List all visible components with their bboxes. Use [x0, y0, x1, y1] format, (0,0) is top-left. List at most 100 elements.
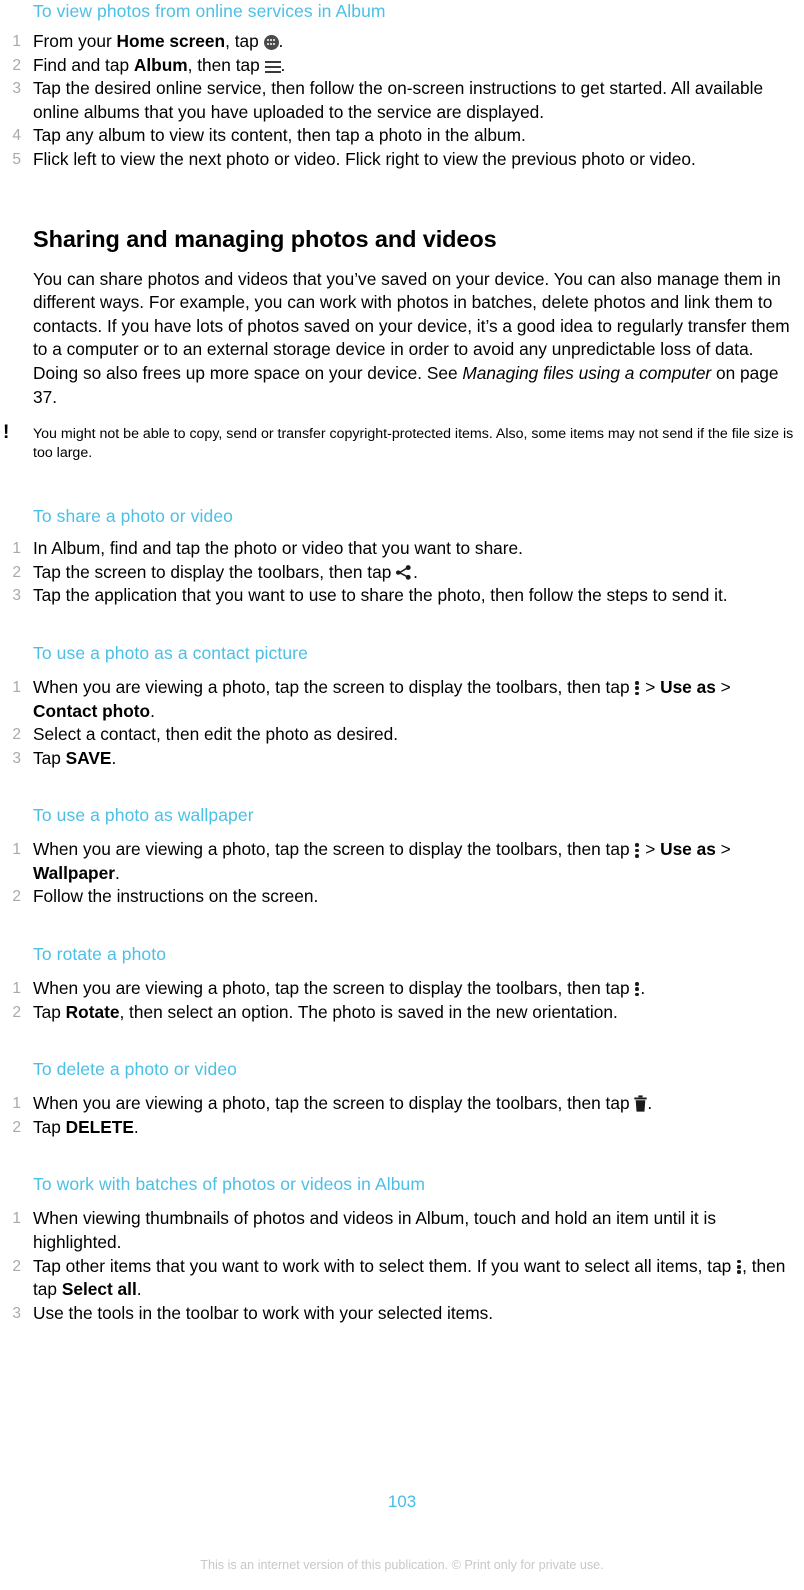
step-number: 2 — [12, 56, 21, 74]
ui-term-home-screen: Home screen — [116, 31, 226, 51]
step-number: 2 — [12, 563, 21, 581]
step-text-post: . — [278, 31, 284, 51]
ui-term-select-all: Select all — [61, 1279, 137, 1300]
step-text-sep2: > — [715, 839, 731, 860]
step-number: 1 — [12, 540, 21, 558]
list-item: 2 Select a contact, then edit the photo … — [0, 723, 804, 747]
step-text-pre: When you are viewing a photo, tap the sc… — [33, 1093, 635, 1114]
step-text: Tap the screen to display the toolbars, … — [33, 562, 418, 582]
list-item: 1 When viewing thumbnails of photos and … — [0, 1207, 804, 1254]
ui-term-save: SAVE — [65, 747, 112, 768]
step-number: 3 — [12, 1304, 21, 1322]
step-text-pre: Find and tap — [33, 54, 134, 75]
step-text: When you are viewing a photo, tap the sc… — [33, 1093, 652, 1113]
heading-to-use-as-contact-picture: To use a photo as a contact picture — [33, 642, 308, 663]
step-text: Use the tools in the toolbar to work wit… — [33, 1302, 494, 1323]
list-item: 3 Tap the desired online service, then f… — [0, 77, 804, 124]
step-text-pre: Tap — [33, 1116, 66, 1137]
step-number: 5 — [12, 150, 21, 168]
ui-term-wallpaper: Wallpaper — [33, 862, 115, 883]
list-item: 3 Tap the application that you want to u… — [0, 584, 804, 608]
step-number: 3 — [12, 587, 21, 605]
steps-share-photo: 1 In Album, find and tap the photo or vi… — [0, 537, 804, 608]
step-text-sep1: > — [640, 839, 661, 860]
step-text: Tap SAVE. — [33, 748, 116, 768]
step-text-post: , then select an option. The photo is sa… — [119, 1001, 618, 1022]
steps-rotate: 1 When you are viewing a photo, tap the … — [0, 977, 804, 1024]
step-number: 1 — [12, 1095, 21, 1113]
step-text: When you are viewing a photo, tap the sc… — [33, 839, 731, 883]
list-item: 2 Find and tap Album, then tap . — [0, 54, 804, 78]
step-text-pre: Tap — [33, 747, 66, 768]
page-content: To view photos from online services in A… — [0, 0, 804, 1325]
intro-paragraph: You can share photos and videos that you… — [0, 268, 804, 410]
ui-term-delete: DELETE — [65, 1116, 134, 1137]
steps-batches: 1 When viewing thumbnails of photos and … — [0, 1207, 804, 1325]
app-drawer-icon — [263, 35, 279, 50]
step-text: When you are viewing a photo, tap the sc… — [33, 978, 645, 998]
ui-term-album: Album — [133, 54, 188, 75]
note-block: ! You might not be able to copy, send or… — [0, 422, 804, 463]
exclamation-icon: ! — [3, 422, 10, 444]
step-text-post: . — [413, 561, 418, 582]
step-text-post: . — [114, 862, 120, 883]
step-text-sep2: > — [715, 676, 731, 697]
ui-term-use-as: Use as — [660, 676, 716, 697]
step-text-post: . — [647, 1093, 653, 1114]
ui-term-rotate: Rotate — [65, 1001, 120, 1022]
step-text-post: . — [640, 978, 646, 999]
heading-to-view-photos-online: To view photos from online services in A… — [33, 1, 386, 21]
step-text: In Album, find and tap the photo or vide… — [33, 538, 523, 559]
trash-icon — [634, 1095, 648, 1112]
step-text-pre: When you are viewing a photo, tap the sc… — [33, 839, 635, 860]
step-number: 3 — [12, 80, 21, 98]
step-number: 2 — [12, 1118, 21, 1136]
step-text-pre: Tap the screen to display the toolbars, … — [33, 561, 397, 582]
list-item: 2 Tap DELETE. — [0, 1116, 804, 1140]
step-text-pre: Tap other items that you want to work wi… — [33, 1255, 737, 1276]
step-number: 2 — [12, 888, 21, 906]
step-number: 1 — [12, 841, 21, 859]
step-number: 4 — [12, 127, 21, 145]
heading-to-use-as-wallpaper: To use a photo as wallpaper — [33, 805, 254, 826]
step-text: Find and tap Album, then tap . — [33, 55, 285, 75]
step-number: 2 — [12, 1257, 21, 1275]
step-text-pre: From your — [33, 31, 117, 51]
step-number: 1 — [12, 678, 21, 696]
step-number: 2 — [12, 726, 21, 744]
step-number: 1 — [12, 980, 21, 998]
ui-term-use-as: Use as — [660, 839, 716, 860]
step-text: Tap the application that you want to use… — [33, 585, 728, 606]
list-item: 1 From your Home screen, tap . — [0, 30, 804, 54]
heading-sharing-and-managing: Sharing and managing photos and videos — [33, 225, 497, 252]
manual-page: To view photos from online services in A… — [0, 0, 804, 1590]
step-number: 1 — [12, 1210, 21, 1228]
overflow-menu-icon — [634, 981, 640, 997]
list-item: 2 Tap Rotate, then select an option. The… — [0, 1001, 804, 1025]
step-text-post: . — [111, 747, 117, 768]
list-item: 2 Tap other items that you want to work … — [0, 1255, 804, 1302]
cross-reference-title: Managing files using a computer — [462, 362, 712, 383]
step-text-pre: Tap — [33, 1001, 66, 1022]
list-item: 1 When you are viewing a photo, tap the … — [0, 676, 804, 723]
step-text-post: . — [136, 1279, 142, 1300]
step-text: Tap DELETE. — [33, 1117, 139, 1137]
step-text-mid: , tap — [225, 31, 264, 51]
list-item: 4 Tap any album to view its content, the… — [0, 124, 804, 148]
page-number: 103 — [387, 1492, 417, 1511]
step-text: Follow the instructions on the screen. — [33, 886, 319, 907]
hamburger-menu-icon — [264, 60, 281, 73]
step-text-sep1: > — [640, 676, 661, 697]
list-item: 5 Flick left to view the next photo or v… — [0, 148, 804, 172]
steps-delete: 1 When you are viewing a photo, tap the … — [0, 1092, 804, 1139]
steps-contact-picture: 1 When you are viewing a photo, tap the … — [0, 676, 804, 770]
list-item: 1 When you are viewing a photo, tap the … — [0, 1092, 804, 1116]
step-text-pre: When you are viewing a photo, tap the sc… — [33, 676, 635, 697]
overflow-menu-icon — [634, 680, 640, 696]
step-text-post: . — [280, 54, 286, 75]
list-item: 1 When you are viewing a photo, tap the … — [0, 838, 804, 885]
steps-view-photos-online: 1 From your Home screen, tap . 2 Find an… — [0, 30, 804, 172]
step-number: 3 — [12, 749, 21, 767]
footer-disclaimer: This is an internet version of this publ… — [200, 1558, 604, 1572]
overflow-menu-icon — [736, 1259, 742, 1275]
